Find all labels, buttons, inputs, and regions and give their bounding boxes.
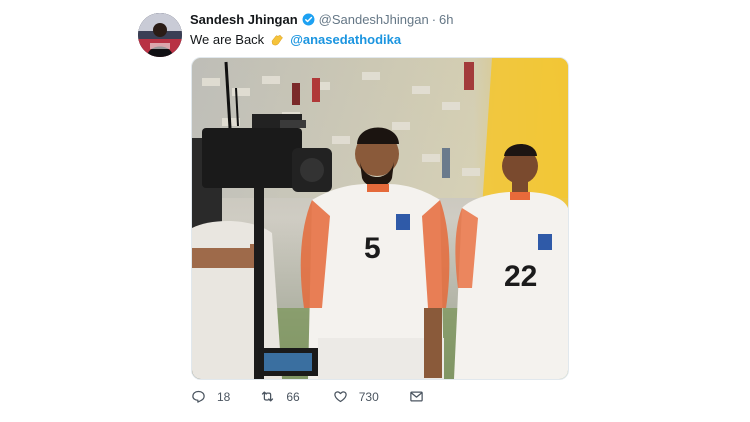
tweet-header: Sandesh Jhingan @SandeshJhingan · 6h (190, 12, 454, 27)
verified-badge-icon (302, 13, 315, 26)
tweet-timestamp[interactable]: 6h (439, 12, 453, 27)
tweet-body: We are Back (190, 32, 265, 47)
avatar[interactable] (138, 13, 182, 57)
jersey-number-22: 22 (504, 260, 537, 293)
author-name[interactable]: Sandesh Jhingan (190, 12, 298, 27)
envelope-icon (409, 389, 424, 404)
like-button[interactable]: 730 (333, 389, 379, 404)
clapping-hands-icon (270, 34, 284, 46)
tweet-text: We are Back @anasedathodika (190, 32, 401, 47)
retweet-icon (260, 389, 275, 404)
heart-icon (333, 389, 348, 404)
reply-count: 18 (217, 389, 231, 404)
retweet-count: 66 (286, 389, 300, 404)
direct-message-button[interactable] (409, 389, 424, 404)
like-count: 730 (358, 389, 379, 404)
separator-dot: · (431, 12, 437, 27)
reply-button[interactable]: 18 (191, 389, 230, 404)
tweet-photo[interactable]: 22 5 (191, 57, 569, 380)
tweet: Sandesh Jhingan @SandeshJhingan · 6h We … (0, 0, 750, 422)
author-handle[interactable]: @SandeshJhingan (319, 12, 429, 27)
mention-link[interactable]: @anasedathodika (290, 32, 401, 47)
retweet-button[interactable]: 66 (260, 389, 300, 404)
reply-icon (191, 389, 206, 404)
jersey-number-5: 5 (364, 232, 381, 265)
tweet-actions: 18 66 730 (191, 389, 424, 404)
